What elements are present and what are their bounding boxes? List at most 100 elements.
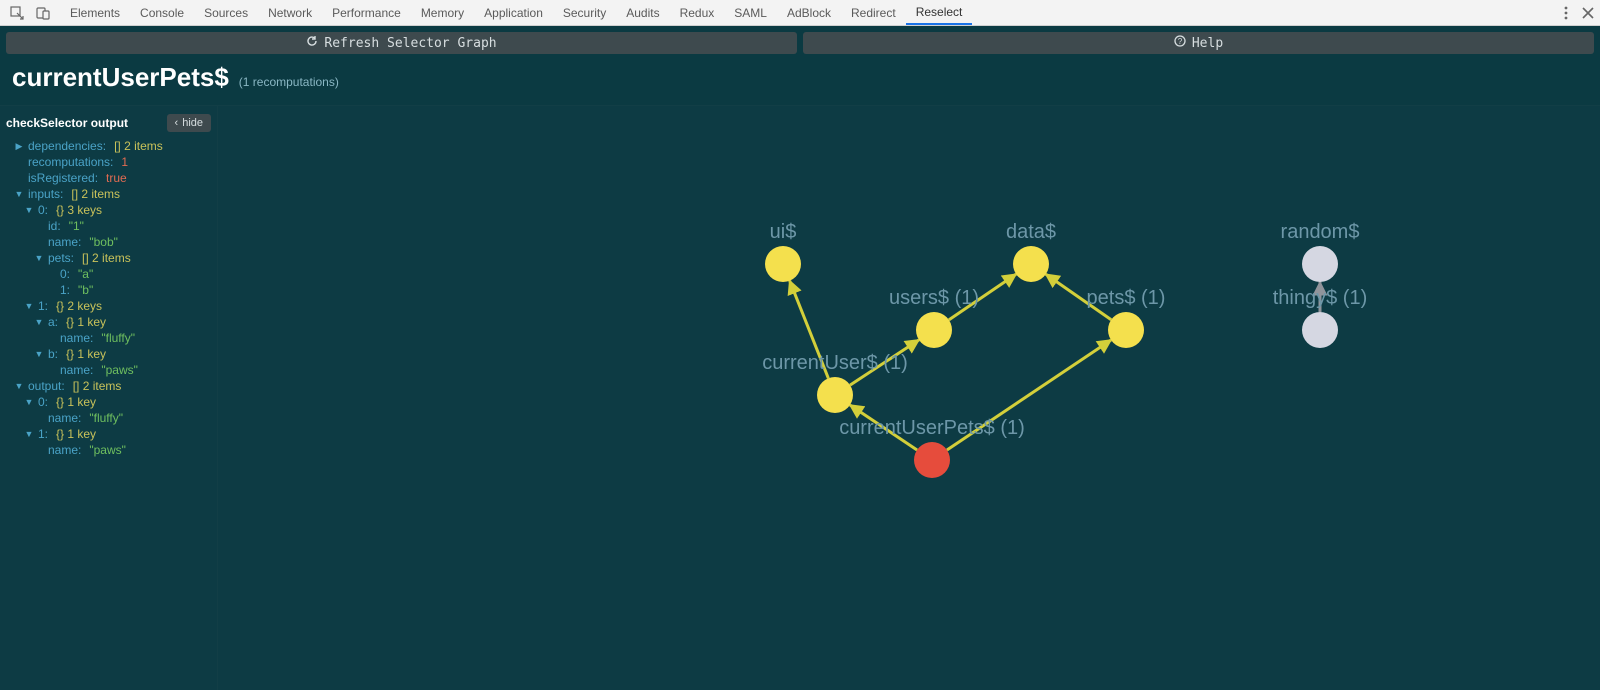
devtools-tab-security[interactable]: Security	[553, 0, 616, 25]
toolbar: Refresh Selector Graph ? Help	[0, 26, 1600, 54]
help-button[interactable]: ? Help	[803, 32, 1594, 54]
devtools-tab-audits[interactable]: Audits	[616, 0, 669, 25]
tree-value: {} 1 key	[56, 426, 96, 442]
tree-value: "bob"	[89, 234, 118, 250]
tree-row[interactable]: ▼1: {} 1 key	[6, 426, 211, 442]
caret-down-icon[interactable]: ▼	[14, 186, 24, 202]
tree-value: {} 2 keys	[56, 298, 102, 314]
page-title: currentUserPets$	[12, 62, 229, 93]
caret-down-icon[interactable]: ▼	[24, 202, 34, 218]
tree-row[interactable]: ▶dependencies:[] 2 items	[6, 138, 211, 154]
graph-edge	[850, 405, 917, 450]
caret-down-icon[interactable]: ▼	[14, 378, 24, 394]
tree-row[interactable]: ▼output:[] 2 items	[6, 378, 211, 394]
tree-value: [] 2 items	[114, 138, 163, 154]
tree-row: name:"paws"	[6, 362, 211, 378]
tree-value: [] 2 items	[71, 186, 120, 202]
graph-node-users[interactable]	[916, 312, 952, 348]
kebab-menu-icon[interactable]	[1564, 6, 1568, 20]
refresh-icon	[306, 35, 318, 51]
tree-key: 1:	[38, 298, 48, 314]
sidebar-title: checkSelector output	[6, 116, 128, 130]
devtools-tab-redux[interactable]: Redux	[670, 0, 725, 25]
tree-value: "b"	[78, 282, 93, 298]
graph-node-pets[interactable]	[1108, 312, 1144, 348]
tree-key: b:	[48, 346, 58, 362]
tree-row: name: "paws"	[6, 442, 211, 458]
tree-row: isRegistered: true	[6, 170, 211, 186]
tree-value: {} 1 key	[66, 314, 106, 330]
caret-down-icon[interactable]: ▼	[24, 298, 34, 314]
device-toggle-icon[interactable]	[36, 6, 50, 20]
tree-row[interactable]: ▼a:{} 1 key	[6, 314, 211, 330]
devtools-tab-memory[interactable]: Memory	[411, 0, 474, 25]
tree-value: "a"	[78, 266, 93, 282]
caret-down-icon[interactable]: ▼	[34, 314, 44, 330]
tree-key: 1:	[60, 282, 70, 298]
tree-row: 1: "b"	[6, 282, 211, 298]
hide-label: hide	[182, 117, 203, 129]
help-label: Help	[1192, 36, 1223, 51]
sidebar: checkSelector output ‹ hide ▶dependencie…	[0, 106, 218, 690]
tree-value: {} 1 key	[66, 346, 106, 362]
inspect-icon[interactable]	[10, 6, 24, 20]
tree-key: pets:	[48, 250, 74, 266]
graph-edge	[790, 281, 829, 379]
graph-node-data[interactable]	[1013, 246, 1049, 282]
devtools-tab-console[interactable]: Console	[130, 0, 194, 25]
caret-down-icon[interactable]: ▼	[34, 250, 44, 266]
tree-row[interactable]: ▼1: {} 2 keys	[6, 298, 211, 314]
devtools-tab-redirect[interactable]: Redirect	[841, 0, 906, 25]
tree-row[interactable]: ▼b: {} 1 key	[6, 346, 211, 362]
tree-row[interactable]: ▼pets:[] 2 items	[6, 250, 211, 266]
devtools-tabstrip: ElementsConsoleSourcesNetworkPerformance…	[0, 0, 1600, 26]
devtools-tab-application[interactable]: Application	[474, 0, 553, 25]
tree-row: id: "1"	[6, 218, 211, 234]
graph-edge	[850, 340, 919, 385]
object-tree: ▶dependencies:[] 2 itemsrecomputations:1…	[6, 138, 211, 458]
graph-node-curU[interactable]	[817, 377, 853, 413]
devtools-tab-network[interactable]: Network	[258, 0, 322, 25]
hide-sidebar-button[interactable]: ‹ hide	[167, 114, 211, 132]
tree-value: "fluffy"	[89, 410, 123, 426]
devtools-tab-saml[interactable]: SAML	[724, 0, 777, 25]
devtools-tab-elements[interactable]: Elements	[60, 0, 130, 25]
caret-right-icon[interactable]: ▶	[14, 138, 24, 154]
tree-key: 1:	[38, 426, 48, 442]
tree-key: name:	[48, 410, 81, 426]
tree-key: inputs:	[28, 186, 63, 202]
devtools-tabs: ElementsConsoleSourcesNetworkPerformance…	[60, 0, 972, 25]
caret-down-icon[interactable]: ▼	[24, 394, 34, 410]
tree-row[interactable]: ▼inputs: [] 2 items	[6, 186, 211, 202]
graph-node-curUP[interactable]	[914, 442, 950, 478]
page-header: currentUserPets$ (1 recomputations)	[0, 54, 1600, 105]
graph-edge	[949, 274, 1016, 320]
caret-down-icon[interactable]: ▼	[24, 426, 34, 442]
refresh-button[interactable]: Refresh Selector Graph	[6, 32, 797, 54]
tree-value: "1"	[69, 218, 84, 234]
tree-key: name:	[48, 442, 81, 458]
graph-node-random[interactable]	[1302, 246, 1338, 282]
tree-key: id:	[48, 218, 61, 234]
tree-key: isRegistered:	[28, 170, 98, 186]
tree-key: 0:	[38, 394, 48, 410]
devtools-tab-performance[interactable]: Performance	[322, 0, 411, 25]
tree-key: name:	[60, 362, 93, 378]
caret-down-icon[interactable]: ▼	[34, 346, 44, 362]
tree-row[interactable]: ▼0:{} 1 key	[6, 394, 211, 410]
graph-node-thingy[interactable]	[1302, 312, 1338, 348]
devtools-tab-reselect[interactable]: Reselect	[906, 0, 973, 25]
tree-row: name:"bob"	[6, 234, 211, 250]
tree-value: "paws"	[89, 442, 126, 458]
close-devtools-icon[interactable]	[1582, 7, 1594, 19]
graph-node-ui[interactable]	[765, 246, 801, 282]
devtools-tab-adblock[interactable]: AdBlock	[777, 0, 841, 25]
devtools-tab-sources[interactable]: Sources	[194, 0, 258, 25]
svg-text:?: ?	[1178, 37, 1183, 46]
graph-edge	[1046, 274, 1111, 319]
tree-key: name:	[60, 330, 93, 346]
tree-row[interactable]: ▼0:{} 3 keys	[6, 202, 211, 218]
tree-value: true	[106, 170, 127, 186]
tree-value: {} 3 keys	[56, 202, 102, 218]
selector-graph[interactable]: ui$data$users$ (1)pets$ (1)currentUser$ …	[218, 106, 1600, 690]
